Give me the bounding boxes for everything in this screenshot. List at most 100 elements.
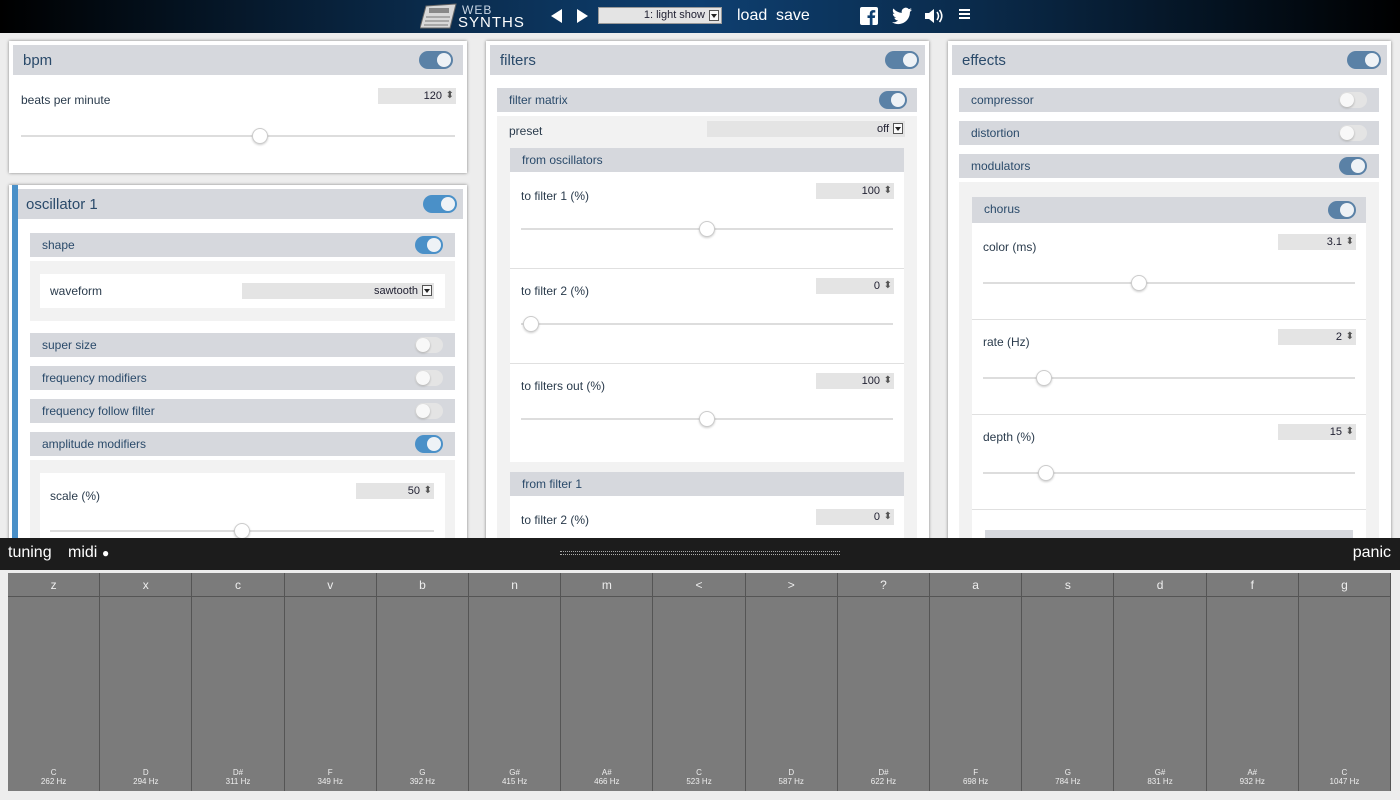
next-preset-button[interactable] <box>574 8 590 24</box>
waveform-select[interactable]: sawtooth <box>242 283 434 299</box>
piano-key[interactable]: z C 262 Hz <box>8 573 101 791</box>
divider <box>510 268 904 269</box>
oscillator-panel: oscillator 1 shape waveform sawtooth sup… <box>9 185 467 545</box>
piano-key[interactable]: < C 523 Hz <box>653 573 746 791</box>
key-shortcut: s <box>1022 573 1114 597</box>
piano-key[interactable]: g C 1047 Hz <box>1298 573 1392 791</box>
preset-select[interactable]: 1: light show <box>598 7 722 24</box>
piano-key[interactable]: b G 392 Hz <box>376 573 470 791</box>
logo-synths-text: SYNTHS <box>458 14 525 31</box>
super-size-toggle[interactable] <box>415 337 443 353</box>
key-shortcut: > <box>745 573 837 597</box>
to-filters-out-input[interactable]: 100 <box>816 373 894 389</box>
distortion-toggle[interactable] <box>1339 125 1367 141</box>
panic-button[interactable]: panic <box>1353 544 1391 562</box>
to-filters-out-value: 100 <box>861 375 880 387</box>
to-filter-1-slider[interactable] <box>521 221 893 237</box>
depth-knob[interactable] <box>1038 465 1054 481</box>
scale-slider[interactable] <box>50 523 434 539</box>
color-ms-input[interactable]: 3.1 <box>1278 234 1356 250</box>
compressor-toggle[interactable] <box>1339 92 1367 108</box>
oscillator-toggle[interactable] <box>423 195 457 213</box>
chorus-toggle[interactable] <box>1328 201 1356 219</box>
color-ms-slider[interactable] <box>983 275 1355 291</box>
rate-hz-label: rate (Hz) <box>983 335 1030 349</box>
to-filter-2-input[interactable]: 0 <box>816 278 894 294</box>
compressor-label: compressor <box>971 93 1034 107</box>
modulators-toggle[interactable] <box>1339 157 1367 175</box>
chorus-label: chorus <box>984 202 1021 216</box>
filters-header: filters <box>490 45 925 75</box>
scale-slider-knob[interactable] <box>234 523 250 539</box>
scale-input[interactable]: 50 <box>356 483 434 499</box>
rate-hz-knob[interactable] <box>1036 370 1052 386</box>
piano-key[interactable]: d G# 831 Hz <box>1114 573 1207 791</box>
resize-handle[interactable] <box>560 551 840 555</box>
key-note: G <box>419 768 426 777</box>
depth-label: depth (%) <box>983 430 1036 444</box>
key-shortcut: m <box>561 573 653 597</box>
from-filter-1-label: from filter 1 <box>522 477 583 491</box>
piano-key[interactable]: f A# 932 Hz <box>1206 573 1299 791</box>
piano-key[interactable]: s G 784 Hz <box>1022 573 1115 791</box>
frequency-modifiers-toggle[interactable] <box>415 370 443 386</box>
to-filter-2-knob[interactable] <box>523 316 539 332</box>
save-button[interactable]: save <box>776 7 810 25</box>
f1-to-filter-2-value: 0 <box>873 511 880 523</box>
effects-toggle[interactable] <box>1347 51 1381 69</box>
filter-preset-select[interactable]: off <box>707 121 905 137</box>
to-filter-1-input[interactable]: 100 <box>816 183 894 199</box>
filter-matrix-toggle[interactable] <box>879 91 907 109</box>
bpm-slider-knob[interactable] <box>252 128 268 144</box>
bpm-toggle[interactable] <box>419 51 453 69</box>
f1-to-filter-2-input[interactable]: 0 <box>816 509 894 525</box>
to-filters-out-knob[interactable] <box>699 411 715 427</box>
bpm-slider[interactable] <box>21 128 455 144</box>
web-synths-logo: WEB SYNTHS <box>420 2 524 31</box>
filter-matrix-box: preset off from oscillators to filter 1 … <box>497 116 917 545</box>
to-filter-1-knob[interactable] <box>699 221 715 237</box>
piano-key[interactable]: x D 294 Hz <box>100 573 193 791</box>
key-note: C <box>50 768 57 777</box>
piano-key[interactable]: a F 698 Hz <box>930 573 1023 791</box>
piano-key[interactable]: n G# 415 Hz <box>469 573 562 791</box>
compressor-header: compressor <box>959 88 1379 112</box>
tuning-button[interactable]: tuning <box>8 544 52 562</box>
rate-hz-input[interactable]: 2 <box>1278 329 1356 345</box>
depth-slider[interactable] <box>983 465 1355 481</box>
chevron-down-icon <box>709 10 719 21</box>
bpm-input[interactable]: 120 <box>378 88 456 104</box>
twitter-button[interactable] <box>892 7 912 25</box>
midi-button[interactable]: midi <box>68 544 97 562</box>
shape-toggle[interactable] <box>415 236 443 254</box>
piano-key[interactable]: > D 587 Hz <box>745 573 838 791</box>
facebook-button[interactable] <box>860 7 880 25</box>
to-filters-out-slider[interactable] <box>521 411 893 427</box>
frequency-follow-filter-toggle[interactable] <box>415 403 443 419</box>
chevron-down-icon <box>893 123 903 134</box>
midi-status-dot: ● <box>102 546 110 560</box>
key-frequency: 784 Hz <box>1055 777 1081 786</box>
modulators-header: modulators <box>959 154 1379 178</box>
rate-hz-slider[interactable] <box>983 370 1355 386</box>
volume-button[interactable] <box>924 7 944 25</box>
menu-button[interactable] <box>959 7 973 25</box>
color-ms-knob[interactable] <box>1131 275 1147 291</box>
amplitude-modifiers-toggle[interactable] <box>415 435 443 453</box>
load-button[interactable]: load <box>737 7 767 25</box>
depth-input[interactable]: 15 <box>1278 424 1356 440</box>
filters-panel: filters filter matrix preset off from os… <box>486 41 929 545</box>
piano-key[interactable]: c D# 311 Hz <box>192 573 285 791</box>
to-filter-2-slider[interactable] <box>521 316 893 332</box>
key-note: A# <box>601 768 612 777</box>
shape-box: waveform sawtooth <box>30 261 455 321</box>
bpm-label: beats per minute <box>21 93 111 107</box>
piano-key[interactable]: v F 349 Hz <box>284 573 377 791</box>
filters-toggle[interactable] <box>885 51 919 69</box>
piano-key[interactable]: ? D# 622 Hz <box>837 573 931 791</box>
piano-key[interactable]: m A# 466 Hz <box>561 573 654 791</box>
key-note: D <box>788 768 795 777</box>
prev-preset-button[interactable] <box>549 8 565 24</box>
key-shortcut: f <box>1206 573 1298 597</box>
key-shortcut: a <box>930 573 1022 597</box>
